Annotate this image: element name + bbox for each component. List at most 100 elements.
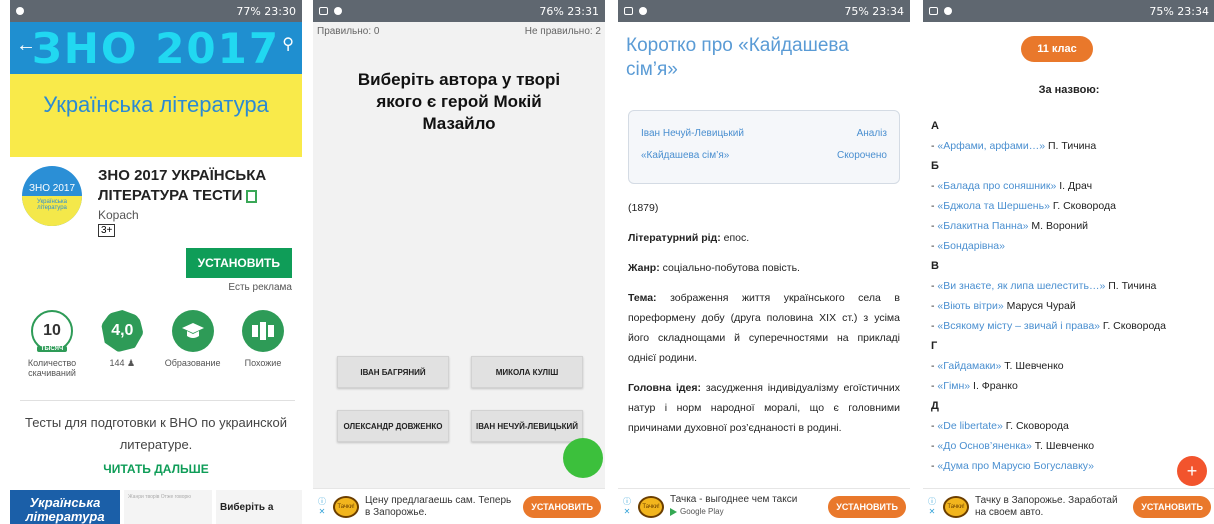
list-item[interactable]: - «Гайдамаки» Т. Шевченко — [931, 356, 1211, 376]
theme-paragraph: Тема: зображення життя українського села… — [628, 292, 900, 364]
stat-label: Образование — [164, 358, 221, 368]
list-item[interactable]: - «Ви знаєте, як липа шелестить…» П. Тич… — [931, 276, 1211, 296]
battery-level: 76% — [539, 4, 564, 18]
wishlist-icon[interactable] — [246, 189, 258, 203]
battery-level: 75% — [844, 4, 869, 18]
stat-label: Количество скачиваний — [27, 358, 77, 378]
work-title-link[interactable]: «Всякому місту – звичай і права» — [937, 320, 1100, 332]
ad-choices-icon[interactable]: ⓘ ✕ — [317, 497, 327, 517]
work-title-link[interactable]: «Арфами, арфами…» — [937, 140, 1045, 152]
work-author: Г. Сковорода — [1049, 200, 1116, 212]
notification-icon — [639, 7, 647, 15]
screenshot-2[interactable]: Жанри творів Отже говорю — [124, 490, 212, 524]
list-item[interactable]: - «De libertate» Г. Сковорода — [931, 416, 1211, 436]
list-item[interactable]: - «Арфами, арфами…» П. Тичина — [931, 136, 1211, 156]
ad-banner[interactable]: ⓘ ✕ Тачки! Тачка - выгоднее чем такси Goo… — [618, 488, 910, 524]
app-logo: ЗНО 2017 Українська література — [22, 166, 82, 226]
answer-button[interactable]: ОЛЕКСАНДР ДОВЖЕНКО — [337, 410, 449, 442]
list-item[interactable]: - «Бондарівна» — [931, 236, 1211, 256]
status-bar: 75% 23:34 — [618, 0, 910, 22]
ad-install-button[interactable]: УСТАНОВИТЬ — [1133, 495, 1211, 518]
work-author: Маруся Чурай — [1003, 300, 1076, 312]
work-author: П. Тичина — [1045, 140, 1097, 152]
work-title-link[interactable]: «De libertate» — [937, 420, 1002, 432]
summary-content: (1879) Літературний рід: епос. Жанр: соц… — [618, 184, 910, 438]
work-title-link[interactable]: «До Основ’яненка» — [937, 440, 1031, 452]
list-item[interactable]: - «Гімн» І. Франко — [931, 376, 1211, 396]
search-icon[interactable]: ⚲ — [282, 34, 294, 54]
work-title-link[interactable]: «Дума про Марусю Богуславку» — [937, 460, 1094, 472]
list-item[interactable]: - «До Основ’яненка» Т. Шевченко — [931, 436, 1211, 456]
answer-button[interactable]: ІВАН БАГРЯНИЙ — [337, 356, 449, 388]
phone-screen-works-list: 75% 23:34 11 клас За назвою: А - «Арфами,… — [923, 0, 1214, 524]
ad-install-button[interactable]: УСТАНОВИТЬ — [523, 495, 601, 518]
answer-button[interactable]: МИКОЛА КУЛІШ — [471, 356, 583, 388]
work-info-box: Іван Нечуй-Левицький Аналіз «Кайдашева с… — [628, 110, 900, 184]
list-item[interactable]: - «Балада про соняшник» І. Драч — [931, 176, 1211, 196]
short-version-link[interactable]: Скорочено — [837, 145, 887, 167]
list-item[interactable]: - «Віють вітри» Маруся Чурай — [931, 296, 1211, 316]
sort-heading: За назвою: — [1038, 84, 1100, 96]
work-title-link[interactable]: «Бджола та Шершень» — [937, 200, 1050, 212]
battery-level: 77% — [236, 4, 261, 18]
clock: 23:34 — [872, 4, 904, 18]
contains-ads-note: Есть реклама — [228, 282, 292, 293]
author-link[interactable]: Іван Нечуй-Левицький — [641, 123, 744, 145]
status-bar: 77% 23:30 — [10, 0, 302, 22]
screenshot-strip[interactable]: Українська література Жанри творів Отже … — [10, 490, 302, 524]
ad-banner[interactable]: ⓘ ✕ Тачки! Тачку в Запорожье. Заработай н… — [923, 488, 1214, 524]
ad-logo: Тачки! — [943, 495, 969, 518]
question-text: Виберіть автора у творі якого є герой Мо… — [357, 70, 561, 133]
work-author: І. Франко — [970, 380, 1018, 392]
idea-paragraph: Головна ідея: засудження індивідуалізму … — [628, 382, 900, 434]
list-item[interactable]: - «Дума про Марусю Богуславку» — [931, 456, 1211, 476]
work-link[interactable]: «Кайдашева сім’я» — [641, 145, 729, 167]
ad-choices-icon[interactable]: ⓘ ✕ — [622, 497, 632, 517]
letter-heading: Г — [931, 340, 938, 352]
work-title-link[interactable]: «Гімн» — [937, 380, 970, 392]
ad-choices-icon[interactable]: ⓘ ✕ — [927, 497, 937, 517]
education-icon — [171, 310, 214, 352]
work-title-link[interactable]: «Блакитна Панна» — [937, 220, 1028, 232]
list-item[interactable]: - «Блакитна Панна» М. Вороний — [931, 216, 1211, 236]
stat-similar[interactable]: Похожие — [231, 310, 295, 378]
genus-paragraph: Літературний рід: епос. — [628, 232, 750, 244]
read-more-link[interactable]: ЧИТАТЬ ДАЛЬШЕ — [10, 462, 302, 476]
work-title-link[interactable]: «Бондарівна» — [937, 240, 1005, 252]
screenshot-1[interactable]: Українська література — [10, 490, 120, 524]
clock: 23:30 — [264, 4, 296, 18]
work-author: Т. Шевченко — [1031, 440, 1095, 452]
incorrect-count: Не правильно: 2 — [524, 26, 601, 37]
work-author: П. Тичина — [1105, 280, 1157, 292]
work-title-link[interactable]: «Ви знаєте, як липа шелестить…» — [937, 280, 1105, 292]
developer-name[interactable]: Kopach — [98, 208, 139, 222]
downloads-badge-icon: 10 ТЫСЯЧ — [31, 310, 73, 352]
ad-text: Тачка - выгоднее чем такси Google Play — [670, 493, 798, 516]
analysis-link[interactable]: Аналіз — [857, 123, 887, 145]
stat-rating[interactable]: 4,0 144 ♟ — [90, 310, 154, 378]
ad-install-button[interactable]: УСТАНОВИТЬ — [828, 495, 906, 518]
clock: 23:34 — [1177, 4, 1209, 18]
work-author: Т. Шевченко — [1001, 360, 1064, 372]
ad-logo: Тачки! — [638, 495, 664, 518]
letter-heading: Б — [931, 160, 939, 172]
stat-category[interactable]: Образование — [161, 310, 225, 378]
ad-banner[interactable]: ⓘ ✕ Тачки! Цену предлагаешь сам. Теперь в… — [313, 488, 605, 524]
work-title-link[interactable]: «Віють вітри» — [937, 300, 1003, 312]
app-description: Тесты для подготовки к ВНО по украинской… — [24, 415, 288, 452]
letter-heading: В — [931, 260, 939, 272]
answer-button[interactable]: ІВАН НЕЧУЙ-ЛЕВИЦЬКИЙ — [471, 410, 583, 442]
stat-label: Похожие — [244, 358, 282, 368]
class-selector-button[interactable]: 11 клас — [1021, 36, 1093, 62]
screenshot-3[interactable]: Виберіть а — [216, 490, 302, 524]
year: (1879) — [628, 202, 659, 214]
add-fab-button[interactable]: + — [1177, 456, 1207, 486]
install-button[interactable]: УСТАНОВИТЬ — [185, 248, 292, 278]
list-item[interactable]: - «Всякому місту – звичай і права» Г. Ск… — [931, 316, 1211, 336]
list-item[interactable]: - «Бджола та Шершень» Г. Сковорода — [931, 196, 1211, 216]
work-title-link[interactable]: «Балада про соняшник» — [937, 180, 1056, 192]
work-title-link[interactable]: «Гайдамаки» — [937, 360, 1001, 372]
work-author: Г. Сковорода — [1100, 320, 1167, 332]
phone-screen-summary: 75% 23:34 Коротко про «Кайдашева сім’я» … — [618, 0, 910, 524]
next-fab-button[interactable] — [563, 438, 603, 478]
